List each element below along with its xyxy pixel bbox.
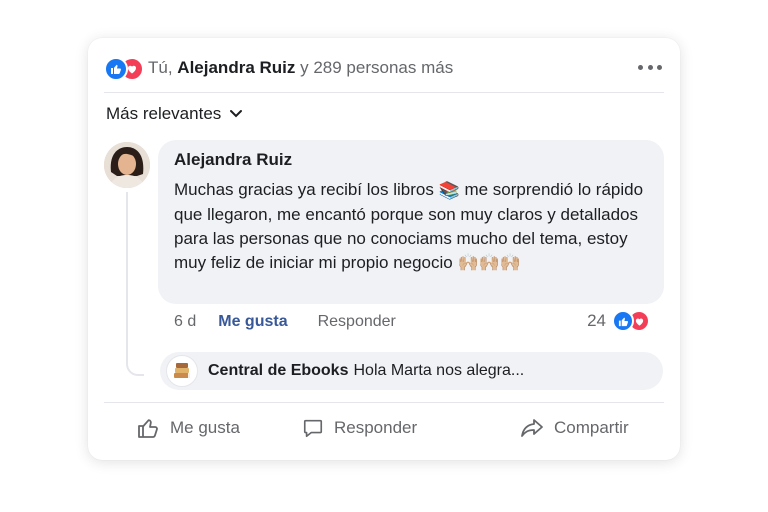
sort-label: Más relevantes [106, 104, 222, 123]
comment-like-button[interactable]: Me gusta [218, 313, 287, 331]
like-icon [612, 310, 634, 332]
book-stack-icon [166, 355, 198, 387]
share-label: Compartir [554, 418, 629, 437]
thumbs-up-icon [138, 419, 158, 438]
chevron-down-icon [230, 110, 243, 118]
raised-hands-emoji: 🙌🏼🙌🏼🙌🏼 [457, 253, 521, 273]
divider [104, 92, 664, 93]
divider [104, 402, 664, 403]
comment-icon [303, 419, 323, 438]
reply-label: Responder [334, 418, 418, 437]
comment-reaction-icons [612, 310, 650, 332]
comment-text: Muchas gracias ya recibí los libros 📚 me… [174, 178, 650, 275]
comments-card: Tú, Alejandra Ruiz y 289 personas más Má… [88, 38, 680, 460]
share-button[interactable]: Compartir [520, 410, 629, 446]
comment-reactions[interactable]: 24 [587, 310, 650, 332]
thread-line [126, 192, 144, 376]
post-actions: Me gusta Responder Compartir [88, 410, 680, 446]
reply-button[interactable]: Responder [302, 410, 417, 446]
comment-bubble: Alejandra Ruiz Muchas gracias ya recibí … [158, 140, 664, 304]
reply-author[interactable]: Central de Ebooks [208, 362, 348, 380]
comment-age[interactable]: 6 d [174, 313, 196, 331]
share-arrow-icon [521, 419, 543, 437]
books-emoji: 📚 [438, 180, 460, 200]
sort-dropdown[interactable]: Más relevantes [106, 104, 243, 124]
reaction-icons [104, 57, 144, 81]
comment-author[interactable]: Alejandra Ruiz [174, 150, 650, 170]
reaction-count: 24 [587, 311, 606, 330]
reactions-summary[interactable]: Tú, Alejandra Ruiz y 289 personas más [104, 56, 454, 81]
comment-actions: 6 d Me gusta Responder [174, 313, 396, 331]
avatar[interactable] [104, 142, 150, 188]
reply-preview[interactable]: Central de Ebooks Hola Marta nos alegra.… [160, 352, 663, 390]
reply-text: Hola Marta nos alegra... [353, 362, 525, 379]
like-button[interactable]: Me gusta [136, 410, 240, 446]
like-label: Me gusta [170, 418, 240, 437]
reactions-text: Tú, Alejandra Ruiz y 289 personas más [148, 58, 454, 77]
comment-reply-button[interactable]: Responder [318, 313, 396, 331]
more-options-icon[interactable] [638, 58, 662, 76]
like-icon [104, 57, 128, 81]
